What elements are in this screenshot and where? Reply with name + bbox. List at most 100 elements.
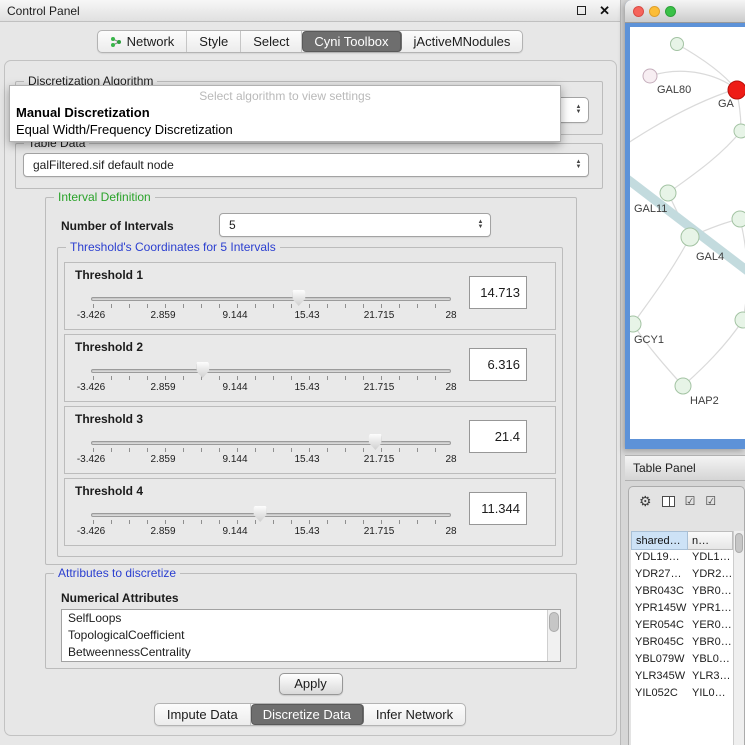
slider-track[interactable] (91, 441, 451, 445)
numerical-attributes-list[interactable]: SelfLoops TopologicalCoefficient Between… (61, 609, 561, 662)
minimize-button[interactable] (649, 6, 660, 17)
threshold-1-value-field[interactable]: 14.713 (469, 276, 527, 309)
popup-item-equal-width[interactable]: Equal Width/Frequency Discretization (10, 121, 560, 138)
close-button[interactable] (633, 6, 644, 17)
table-scrollbar[interactable] (733, 531, 744, 745)
network-node[interactable] (734, 124, 745, 138)
tick-label: 21.715 (364, 454, 395, 465)
cell[interactable]: YIL0… (688, 686, 733, 703)
number-of-intervals-value: 5 (229, 218, 474, 232)
combo-stepper-icon[interactable]: ▲ ▼ (474, 220, 487, 230)
interval-definition-title: Interval Definition (54, 190, 155, 204)
algorithm-dropdown-popup: Select algorithm to view settings Manual… (9, 85, 561, 142)
network-node-selected-red[interactable] (728, 81, 745, 99)
thick-edge[interactable] (630, 175, 745, 279)
threshold-2-value-field[interactable]: 6.316 (469, 348, 527, 381)
table-row[interactable]: YBL079WYBL0… (631, 652, 733, 669)
number-of-intervals-combo[interactable]: 5 ▲ ▼ (219, 213, 491, 237)
network-node-gcy1[interactable] (630, 316, 641, 332)
slider-track[interactable] (91, 369, 451, 373)
combo-stepper-icon[interactable]: ▲ ▼ (572, 105, 585, 115)
cell[interactable]: YDR2… (688, 567, 733, 584)
cell[interactable]: YLR345W (631, 669, 688, 686)
tab-impute-data[interactable]: Impute Data (155, 704, 251, 725)
table-data-combo[interactable]: galFiltered.sif default node ▲ ▼ (23, 153, 589, 177)
table-row[interactable]: YLR345WYLR3… (631, 669, 733, 686)
cell[interactable]: YIL052C (631, 686, 688, 703)
list-scrollbar[interactable] (547, 610, 560, 661)
network-node[interactable] (671, 38, 684, 51)
network-node-gal4[interactable] (681, 228, 699, 246)
tab-jactivemodules[interactable]: jActiveMNodules (402, 31, 523, 52)
scrollbar-thumb[interactable] (549, 612, 559, 632)
table-row[interactable]: YIL052CYIL0… (631, 686, 733, 703)
cell[interactable]: YBR043C (631, 584, 688, 601)
table-row[interactable]: YDL19…YDL1… (631, 550, 733, 567)
tab-style[interactable]: Style (187, 31, 241, 52)
network-node[interactable] (735, 312, 745, 328)
cell[interactable]: YBL079W (631, 652, 688, 669)
tab-infer-network[interactable]: Infer Network (364, 704, 465, 725)
cell[interactable]: YBR0… (688, 635, 733, 652)
tab-discretize-data[interactable]: Discretize Data (251, 704, 364, 725)
column-header-shared-name[interactable]: shared… (631, 531, 688, 550)
table-row[interactable]: YPR145WYPR1… (631, 601, 733, 618)
float-window-icon[interactable] (577, 6, 586, 15)
cell[interactable]: YPR1… (688, 601, 733, 618)
apply-button[interactable]: Apply (279, 673, 343, 695)
tick-label: 15.43 (294, 382, 319, 393)
threshold-3-value-field[interactable]: 21.4 (469, 420, 527, 453)
cell[interactable]: YPR145W (631, 601, 688, 618)
column-header-name[interactable]: n… (688, 531, 733, 550)
cell[interactable]: YBR0… (688, 584, 733, 601)
network-node-gal80[interactable] (643, 69, 657, 83)
cell[interactable]: YDL19… (631, 550, 688, 567)
network-node[interactable] (732, 211, 745, 227)
cell[interactable]: YBL0… (688, 652, 733, 669)
network-node-hap2[interactable] (675, 378, 691, 394)
tab-cyni-toolbox[interactable]: Cyni Toolbox (302, 31, 401, 52)
popup-header: Select algorithm to view settings (10, 87, 560, 104)
list-item[interactable]: TopologicalCoefficient (62, 627, 560, 644)
table-data-combo-value: galFiltered.sif default node (33, 158, 572, 172)
columns-icon[interactable] (662, 496, 675, 507)
slider-track[interactable] (91, 513, 451, 517)
list-item[interactable]: SelfLoops (62, 610, 560, 627)
cell[interactable]: YDR27… (631, 567, 688, 584)
tick-label: 28 (445, 382, 456, 393)
threshold-1-slider[interactable] (91, 289, 451, 309)
select-column-icon[interactable]: ☑ (705, 494, 716, 508)
cell[interactable]: YLR3… (688, 669, 733, 686)
network-window-titlebar (625, 0, 745, 23)
cell[interactable]: YER0… (688, 618, 733, 635)
table-row[interactable]: YBR045CYBR0… (631, 635, 733, 652)
combo-stepper-icon[interactable]: ▲ ▼ (572, 160, 585, 170)
close-icon[interactable]: ✕ (599, 4, 610, 17)
threshold-2-slider[interactable] (91, 361, 451, 381)
cell[interactable]: YER054C (631, 618, 688, 635)
tick-label: -3.426 (77, 454, 105, 465)
table-row[interactable]: YBR043CYBR0… (631, 584, 733, 601)
network-node-gal11[interactable] (660, 185, 676, 201)
threshold-4-slider[interactable] (91, 505, 451, 525)
threshold-3-slider[interactable] (91, 433, 451, 453)
table-row[interactable]: YDR27…YDR2… (631, 567, 733, 584)
tab-network[interactable]: Network (98, 31, 188, 52)
zoom-button[interactable] (665, 6, 676, 17)
table-row[interactable]: YER054CYER0… (631, 618, 733, 635)
tab-select[interactable]: Select (241, 31, 302, 52)
network-graph[interactable]: GAL80 GA GAL11 GAL4 GCY1 HAP2 (630, 27, 745, 439)
threshold-4-value-field[interactable]: 11.344 (469, 492, 527, 525)
slider-track[interactable] (91, 297, 451, 301)
tab-jactivemodules-label: jActiveMNodules (414, 34, 511, 49)
scrollbar-thumb[interactable] (735, 533, 743, 553)
popup-item-manual-discretization[interactable]: Manual Discretization (10, 104, 560, 121)
node-label-gal11: GAL11 (634, 203, 667, 215)
list-item[interactable]: BetweennessCentrality (62, 644, 560, 661)
select-all-icon[interactable]: ☑ (685, 494, 696, 508)
network-canvas[interactable]: GAL80 GA GAL11 GAL4 GCY1 HAP2 (630, 27, 745, 439)
gear-icon[interactable]: ⚙ (639, 493, 652, 510)
threshold-3-label: Threshold 3 (75, 412, 143, 426)
cell[interactable]: YBR045C (631, 635, 688, 652)
cell[interactable]: YDL1… (688, 550, 733, 567)
